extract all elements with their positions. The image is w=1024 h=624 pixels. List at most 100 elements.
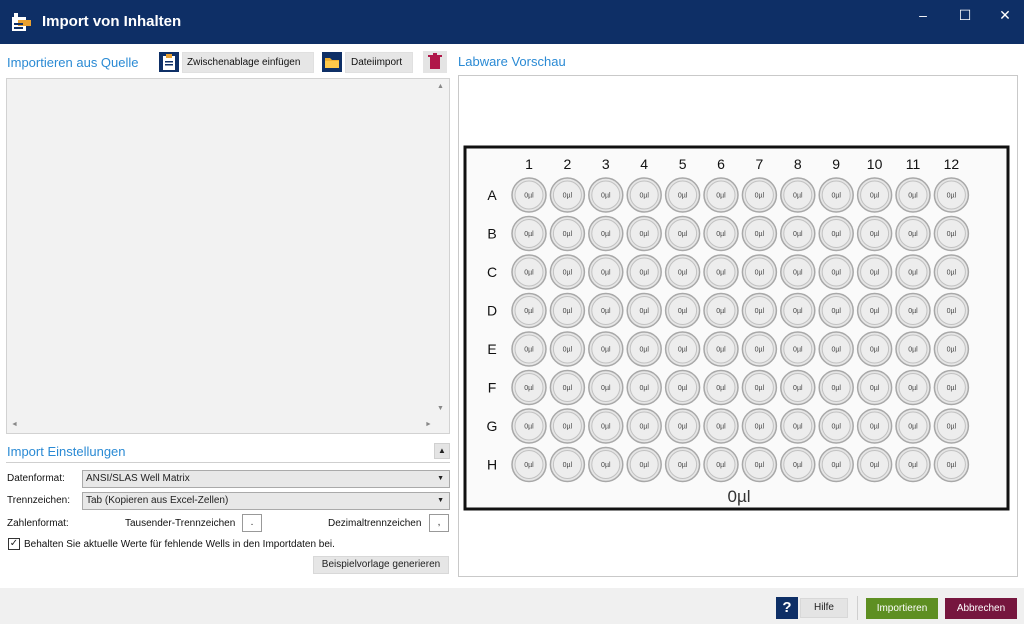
well-value-G5: 0µl [678, 424, 688, 431]
row-label-G: G [487, 418, 498, 434]
well-value-C12: 0µl [947, 270, 957, 277]
well-value-E4: 0µl [639, 347, 649, 354]
generate-template-button[interactable]: Beispielvorlage generieren [313, 556, 449, 574]
well-value-G12: 0µl [947, 424, 957, 431]
column-label-9: 9 [832, 156, 840, 172]
well-value-H5: 0µl [678, 462, 688, 469]
well-value-H9: 0µl [831, 462, 841, 469]
well-value-G10: 0µl [870, 424, 880, 431]
scroll-left-arrow[interactable]: ◄ [11, 421, 18, 428]
well-value-A1: 0µl [524, 193, 534, 200]
well-value-B3: 0µl [601, 231, 611, 238]
well-value-E3: 0µl [601, 347, 611, 354]
import-window-icon [12, 13, 31, 31]
well-value-B5: 0µl [678, 231, 688, 238]
column-label-3: 3 [602, 156, 610, 172]
column-label-11: 11 [906, 156, 921, 172]
scroll-down-arrow[interactable]: ▼ [437, 405, 444, 412]
well-value-D8: 0µl [793, 308, 803, 315]
well-value-G9: 0µl [831, 424, 841, 431]
clipboard-icon[interactable] [158, 51, 180, 73]
column-label-5: 5 [679, 156, 687, 172]
well-value-E12: 0µl [947, 347, 957, 354]
maximize-button[interactable]: ☐ [948, 4, 982, 26]
keep-values-checkbox[interactable]: ✓ [8, 538, 20, 550]
well-value-F2: 0µl [563, 385, 573, 392]
collapse-settings-button[interactable]: ▲ [434, 443, 450, 459]
well-value-C6: 0µl [716, 270, 726, 277]
keep-values-label: Behalten Sie aktuelle Werte für fehlende… [24, 539, 335, 550]
title-bar: Import von Inhalten – ☐ ✕ [0, 0, 1024, 44]
well-value-C2: 0µl [563, 270, 573, 277]
well-value-F3: 0µl [601, 385, 611, 392]
scroll-right-arrow[interactable]: ► [425, 421, 432, 428]
well-value-C9: 0µl [831, 270, 841, 277]
well-value-H4: 0µl [639, 462, 649, 469]
delimiter-select-value: Tab (Kopieren aus Excel-Zellen) [86, 495, 229, 506]
row-label-A: A [487, 187, 497, 203]
well-value-F11: 0µl [908, 385, 918, 392]
well-value-D5: 0µl [678, 308, 688, 315]
paste-clipboard-button[interactable]: Zwischenablage einfügen [182, 52, 314, 73]
minimize-button[interactable]: – [906, 4, 940, 26]
well-value-B11: 0µl [908, 231, 918, 238]
well-value-A11: 0µl [908, 193, 918, 200]
well-value-F5: 0µl [678, 385, 688, 392]
well-value-C4: 0µl [639, 270, 649, 277]
well-value-B9: 0µl [831, 231, 841, 238]
decimal-separator-input[interactable]: , [429, 514, 449, 532]
well-value-F4: 0µl [639, 385, 649, 392]
cancel-button[interactable]: Abbrechen [945, 598, 1017, 619]
thousands-separator-label: Tausender-Trennzeichen [125, 518, 236, 529]
well-value-F7: 0µl [755, 385, 765, 392]
well-value-D11: 0µl [908, 308, 918, 315]
well-value-D4: 0µl [639, 308, 649, 315]
delimiter-select[interactable]: Tab (Kopieren aus Excel-Zellen) ▼ [82, 492, 450, 510]
well-value-B8: 0µl [793, 231, 803, 238]
column-label-1: 1 [525, 156, 533, 172]
well-value-C7: 0µl [755, 270, 765, 277]
well-value-B10: 0µl [870, 231, 880, 238]
row-label-D: D [487, 303, 497, 319]
row-label-H: H [487, 457, 497, 473]
well-value-D3: 0µl [601, 308, 611, 315]
well-value-A2: 0µl [563, 193, 573, 200]
format-label: Datenformat: [7, 473, 65, 484]
well-value-E9: 0µl [831, 347, 841, 354]
well-value-A6: 0µl [716, 193, 726, 200]
well-value-G4: 0µl [639, 424, 649, 431]
well-value-A9: 0µl [831, 193, 841, 200]
column-label-8: 8 [794, 156, 802, 172]
well-value-E10: 0µl [870, 347, 880, 354]
import-button[interactable]: Importieren [866, 598, 938, 619]
format-select[interactable]: ANSI/SLAS Well Matrix ▼ [82, 470, 450, 488]
help-icon[interactable]: ? [776, 597, 798, 619]
thousands-separator-input[interactable]: . [242, 514, 262, 532]
well-value-B7: 0µl [755, 231, 765, 238]
folder-icon[interactable] [321, 51, 343, 73]
file-import-button[interactable]: Dateiimport [345, 52, 413, 73]
well-value-C5: 0µl [678, 270, 688, 277]
well-value-H2: 0µl [563, 462, 573, 469]
well-value-F10: 0µl [870, 385, 880, 392]
well-value-H12: 0µl [947, 462, 957, 469]
well-value-D6: 0µl [716, 308, 726, 315]
well-value-D12: 0µl [947, 308, 957, 315]
trash-icon[interactable] [423, 51, 447, 73]
scroll-up-arrow[interactable]: ▲ [437, 83, 444, 90]
well-value-D10: 0µl [870, 308, 880, 315]
chevron-down-icon: ▼ [437, 497, 444, 504]
well-value-B12: 0µl [947, 231, 957, 238]
well-value-H6: 0µl [716, 462, 726, 469]
number-format-label: Zahlenformat: [7, 518, 69, 529]
column-label-7: 7 [756, 156, 764, 172]
well-value-E6: 0µl [716, 347, 726, 354]
well-value-G8: 0µl [793, 424, 803, 431]
close-button[interactable]: ✕ [988, 4, 1022, 26]
source-heading: Importieren aus Quelle [7, 55, 139, 70]
help-button[interactable]: Hilfe [800, 598, 848, 618]
source-text-area[interactable]: ▲ ▼ ◄ ► [6, 78, 450, 434]
column-label-2: 2 [564, 156, 572, 172]
well-value-H7: 0µl [755, 462, 765, 469]
well-value-D1: 0µl [524, 308, 534, 315]
